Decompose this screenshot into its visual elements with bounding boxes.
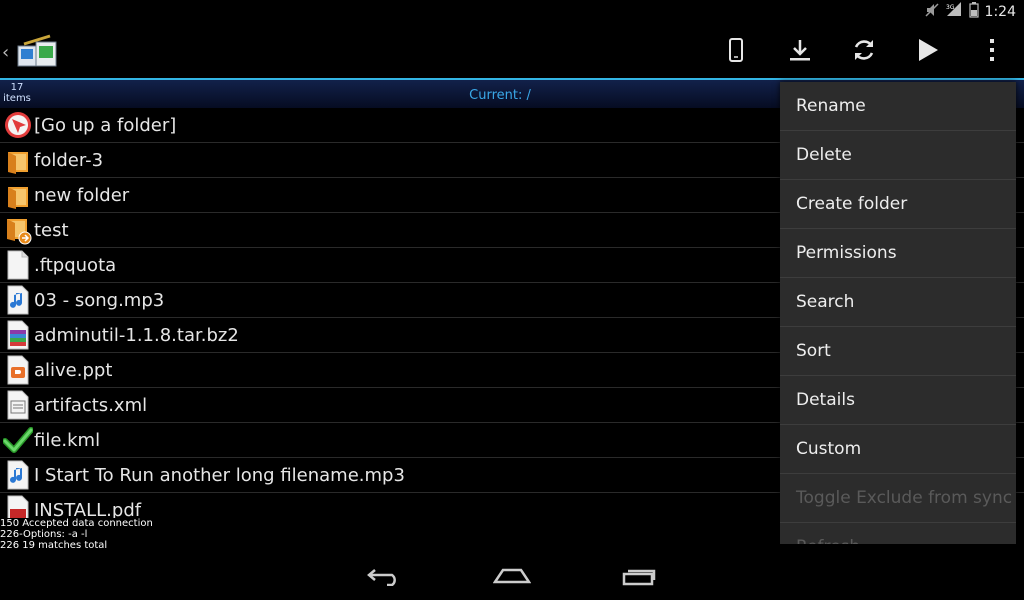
action-bar: ‹ — [0, 24, 1024, 80]
file-name: I Start To Run another long filename.mp3 — [34, 464, 405, 486]
back-button[interactable] — [354, 560, 414, 596]
archive-file-icon — [2, 319, 34, 351]
menu-item-rename[interactable]: Rename — [780, 82, 1016, 131]
recent-apps-button[interactable] — [610, 560, 670, 596]
file-name: artifacts.xml — [34, 394, 148, 416]
folder-link-icon — [2, 214, 34, 246]
file-name: test — [34, 219, 69, 241]
battery-icon — [968, 2, 979, 22]
overflow-menu-button[interactable] — [960, 24, 1024, 80]
svg-text:3G: 3G — [946, 4, 955, 11]
checkmark-icon — [2, 424, 34, 456]
file-name: INSTALL.pdf — [34, 499, 142, 519]
file-name: file.kml — [34, 429, 101, 451]
status-bar: 3G 1:24 — [0, 0, 1024, 24]
menu-item-delete[interactable]: Delete — [780, 131, 1016, 180]
clock: 1:24 — [984, 4, 1016, 20]
recent-apps-icon — [622, 566, 658, 590]
menu-item-details[interactable]: Details — [780, 376, 1016, 425]
download-button[interactable] — [768, 24, 832, 80]
menu-item-permissions[interactable]: Permissions — [780, 229, 1016, 278]
audio-file-icon — [2, 284, 34, 316]
status-icons: 3G 1:24 — [925, 2, 1016, 22]
file-name: 03 - song.mp3 — [34, 289, 165, 311]
sync-icon — [851, 37, 877, 67]
pdf-file-icon — [2, 494, 34, 518]
overflow-menu-icon — [989, 38, 995, 66]
log-line: 226-Options: -a -l — [0, 529, 88, 540]
file-name: folder-3 — [34, 149, 104, 171]
back-chevron-icon[interactable]: ‹ — [2, 42, 9, 63]
play-icon — [917, 38, 939, 66]
sync-button[interactable] — [832, 24, 896, 80]
file-name: [Go up a folder] — [34, 114, 177, 136]
go-up-icon — [2, 109, 34, 141]
device-button[interactable] — [704, 24, 768, 80]
log-line: 150 Accepted data connection — [0, 518, 153, 529]
home-icon — [492, 566, 532, 590]
home-button[interactable] — [482, 560, 542, 596]
navigation-bar — [0, 556, 1024, 600]
audio-file-icon — [2, 459, 34, 491]
menu-item-create-folder[interactable]: Create folder — [780, 180, 1016, 229]
xml-file-icon — [2, 389, 34, 421]
file-name: adminutil-1.1.8.tar.bz2 — [34, 324, 239, 346]
presentation-file-icon — [2, 354, 34, 386]
mute-icon — [925, 2, 939, 22]
folder-icon — [2, 144, 34, 176]
file-icon — [2, 249, 34, 281]
log-line: 226 19 matches total — [0, 540, 108, 551]
play-button[interactable] — [896, 24, 960, 80]
folder-icon — [2, 179, 34, 211]
file-name: new folder — [34, 184, 130, 206]
menu-item-sort[interactable]: Sort — [780, 327, 1016, 376]
app-logo-icon[interactable] — [14, 32, 60, 74]
signal-icon: 3G — [945, 2, 963, 22]
menu-item-custom[interactable]: Custom — [780, 425, 1016, 474]
menu-item-toggle-exclude: Toggle Exclude from sync — [780, 474, 1016, 523]
back-arrow-icon — [367, 566, 401, 590]
device-icon — [729, 38, 743, 66]
download-icon — [788, 38, 812, 66]
connection-log: 150 Accepted data connection 226-Options… — [0, 518, 153, 551]
file-name: .ftpquota — [34, 254, 117, 276]
file-name: alive.ppt — [34, 359, 113, 381]
menu-item-refresh: Refresh — [780, 523, 1016, 544]
menu-item-search[interactable]: Search — [780, 278, 1016, 327]
overflow-menu: Rename Delete Create folder Permissions … — [780, 82, 1016, 544]
